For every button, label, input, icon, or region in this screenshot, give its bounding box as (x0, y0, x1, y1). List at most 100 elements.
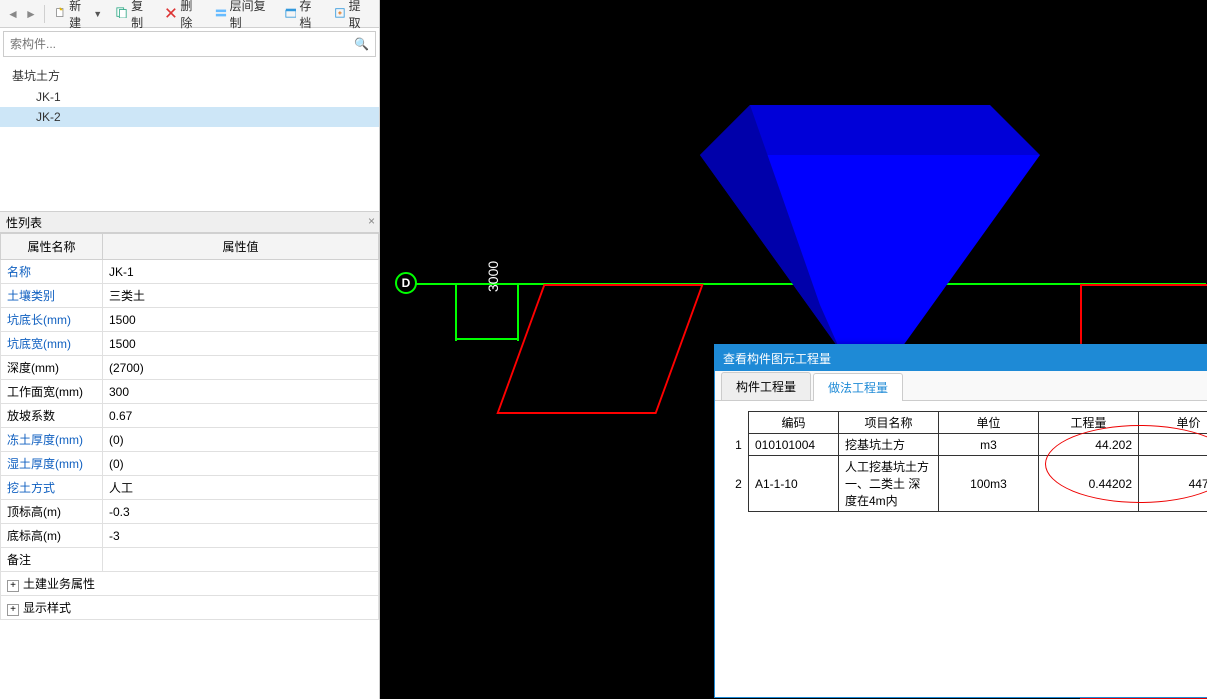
tab-label: 做法工程量 (828, 381, 888, 395)
row-num: 1 (729, 434, 749, 456)
cell-name: 挖基坑土方 (839, 434, 939, 456)
new-button[interactable]: 新建▼ (49, 0, 108, 33)
property-row[interactable]: 冻土厚度(mm)(0) (1, 428, 379, 452)
table-row[interactable]: 2A1-1-10人工挖基坑土方 一、二类土 深度在4m内100m30.44202… (729, 456, 1207, 512)
new-icon (55, 7, 66, 21)
cell-unit: m3 (939, 434, 1039, 456)
table-row[interactable]: 1010101004挖基坑土方m344.202 (729, 434, 1207, 456)
tree-item-jk1[interactable]: JK-1 (0, 87, 379, 107)
delete-button[interactable]: 删除 (159, 0, 206, 33)
prop-value[interactable]: 人工 (103, 476, 379, 500)
tab-component-qty[interactable]: 构件工程量 (721, 372, 811, 400)
prop-name: 放坡系数 (1, 404, 103, 428)
tree-root[interactable]: 基坑土方 (0, 64, 379, 87)
nav-fwd-icon[interactable]: ► (22, 5, 40, 23)
prop-name: 冻土厚度(mm) (1, 428, 103, 452)
dimension-line (455, 338, 518, 340)
tab-method-qty[interactable]: 做法工程量 (813, 373, 903, 401)
copy-label: 复制 (131, 0, 151, 31)
prop-value[interactable]: (0) (103, 428, 379, 452)
prop-name: 底标高(m) (1, 524, 103, 548)
prop-value[interactable]: 0.67 (103, 404, 379, 428)
properties-title: 性列表 (6, 214, 42, 231)
search-input-wrap: 🔍 (3, 31, 376, 57)
prop-col-value: 属性值 (103, 234, 379, 260)
search-icon[interactable]: 🔍 (354, 37, 369, 51)
dimension-tick (455, 283, 457, 341)
prop-value[interactable]: -0.3 (103, 500, 379, 524)
row-num: 2 (729, 456, 749, 512)
prop-group-row[interactable]: + 土建业务属性 (1, 572, 379, 596)
archive-button[interactable]: 存档 (279, 0, 326, 33)
prop-value[interactable]: (0) (103, 452, 379, 476)
nav-back-icon[interactable]: ◄ (4, 5, 22, 23)
property-row[interactable]: 土壤类别三类土 (1, 284, 379, 308)
property-row[interactable]: 坑底宽(mm)1500 (1, 332, 379, 356)
toolbar: ◄ ► 新建▼ 复制 删除 层间复制 存档 提取 (0, 0, 379, 28)
property-row[interactable]: 备注 (1, 548, 379, 572)
pit-solid-3d (670, 105, 1070, 350)
expand-icon[interactable]: + (7, 580, 19, 592)
extract-icon (334, 7, 346, 21)
properties-table: 属性名称 属性值 名称JK-1土壤类别三类土坑底长(mm)1500坑底宽(mm)… (0, 233, 379, 620)
tree-root-label: 基坑土方 (12, 69, 60, 83)
property-row[interactable]: 湿土厚度(mm)(0) (1, 452, 379, 476)
extract-label: 提取 (349, 0, 369, 31)
cell-price: 4479.22 (1139, 456, 1207, 512)
property-row[interactable]: 挖土方式人工 (1, 476, 379, 500)
prop-value[interactable]: 300 (103, 380, 379, 404)
col-name: 项目名称 (839, 412, 939, 434)
prop-value[interactable]: (2700) (103, 356, 379, 380)
copy-icon (116, 7, 128, 21)
prop-name: 湿土厚度(mm) (1, 452, 103, 476)
property-row[interactable]: 放坡系数0.67 (1, 404, 379, 428)
properties-header: 性列表 × (0, 211, 379, 233)
prop-value[interactable] (103, 548, 379, 572)
prop-value[interactable]: 三类土 (103, 284, 379, 308)
dialog-titlebar[interactable]: 查看构件图元工程量 ― □ × (715, 345, 1207, 371)
prop-value[interactable]: -3 (103, 524, 379, 548)
property-row[interactable]: 底标高(m)-3 (1, 524, 379, 548)
col-code: 编码 (749, 412, 839, 434)
property-row[interactable]: 坑底长(mm)1500 (1, 308, 379, 332)
expand-icon[interactable]: + (7, 604, 19, 616)
property-row[interactable]: 名称JK-1 (1, 260, 379, 284)
prop-value[interactable]: 1500 (103, 332, 379, 356)
axis-marker-d: D (395, 272, 417, 294)
prop-value[interactable]: 1500 (103, 308, 379, 332)
viewport-3d[interactable]: D 3000 3000 查看构件图元工程量 ― □ × 构件工程量 做法工程量 (380, 0, 1207, 699)
extract-button[interactable]: 提取 (328, 0, 375, 33)
properties-close-icon[interactable]: × (368, 214, 375, 228)
layercopy-button[interactable]: 层间复制 (209, 0, 277, 33)
delete-icon (165, 7, 177, 21)
quantity-table: 编码 项目名称 单位 工程量 单价 合价 1010101004挖基坑土方m344… (729, 411, 1207, 512)
toolbar-nav: ◄ ► (4, 5, 45, 23)
cell-unit: 100m3 (939, 456, 1039, 512)
cell-price (1139, 434, 1207, 456)
prop-group-label: 土建业务属性 (23, 577, 95, 591)
property-row[interactable]: 深度(mm)(2700) (1, 356, 379, 380)
cell-code: A1-1-10 (749, 456, 839, 512)
cell-qty: 44.202 (1039, 434, 1139, 456)
dialog-title: 查看构件图元工程量 (723, 350, 831, 367)
archive-icon (285, 7, 297, 21)
prop-name: 坑底长(mm) (1, 308, 103, 332)
prop-value[interactable]: JK-1 (103, 260, 379, 284)
dialog-tabs: 构件工程量 做法工程量 (715, 371, 1207, 401)
search-input[interactable] (10, 37, 354, 51)
quantity-dialog: 查看构件图元工程量 ― □ × 构件工程量 做法工程量 编码 项目名称 单位 工… (714, 344, 1207, 698)
prop-name: 土壤类别 (1, 284, 103, 308)
property-row[interactable]: 工作面宽(mm)300 (1, 380, 379, 404)
dropdown-icon: ▼ (93, 9, 102, 19)
property-row[interactable]: 顶标高(m)-0.3 (1, 500, 379, 524)
prop-group-row[interactable]: +显示样式 (1, 596, 379, 620)
col-price: 单价 (1139, 412, 1207, 434)
prop-name: 顶标高(m) (1, 500, 103, 524)
dialog-body: 编码 项目名称 单位 工程量 单价 合价 1010101004挖基坑土方m344… (715, 401, 1207, 697)
tree-item-label: JK-2 (36, 110, 61, 124)
dimension-value: 3000 (485, 261, 501, 292)
prop-name: 深度(mm) (1, 356, 103, 380)
tree-item-jk2[interactable]: JK-2 (0, 107, 379, 127)
prop-name: 名称 (1, 260, 103, 284)
copy-button[interactable]: 复制 (110, 0, 157, 33)
